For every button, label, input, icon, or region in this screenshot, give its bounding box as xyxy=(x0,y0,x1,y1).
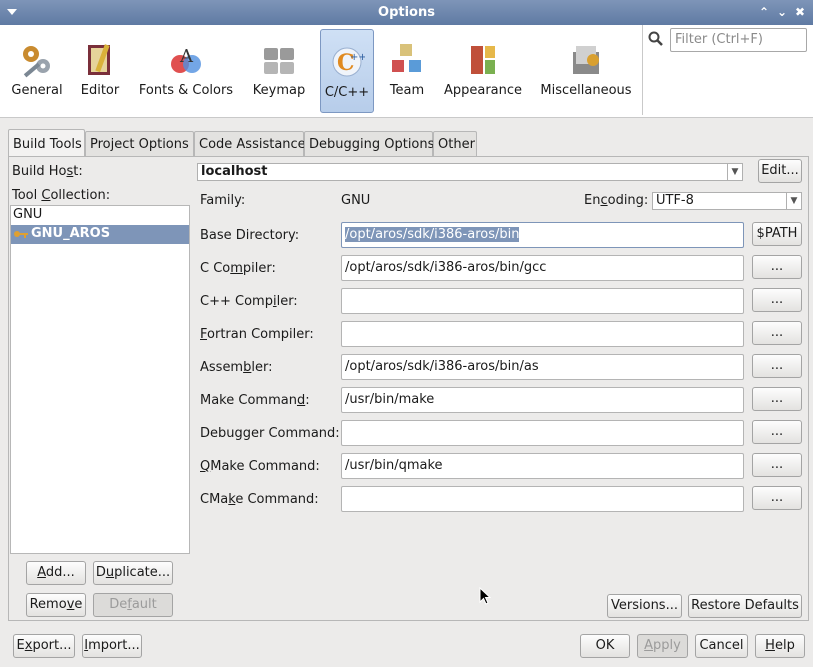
toolbar-separator xyxy=(642,25,643,115)
assembler-label: Assembler: xyxy=(200,360,273,375)
category-label: Fonts & Colors xyxy=(138,83,234,98)
fortran-compiler-label: Fortran Compiler: xyxy=(200,327,314,342)
tab-project-options[interactable]: Project Options xyxy=(85,131,194,157)
c-compiler-label: C Compiler: xyxy=(200,261,276,276)
browse-debugger-button[interactable]: ... xyxy=(752,420,802,444)
restore-defaults-button[interactable]: Restore Defaults xyxy=(688,594,802,618)
remove-button[interactable]: Remove xyxy=(26,593,86,617)
build-host-value: localhost xyxy=(201,164,268,179)
duplicate-button[interactable]: Duplicate... xyxy=(93,561,173,585)
list-item[interactable]: GNU xyxy=(11,206,189,225)
category-label: Editor xyxy=(80,83,120,98)
make-command-field[interactable]: /usr/bin/make xyxy=(341,387,744,413)
title-bar[interactable]: Options ⌃ ⌄ ✖ xyxy=(0,0,813,25)
export-button[interactable]: Export... xyxy=(13,634,75,658)
category-editor[interactable]: Editor xyxy=(76,28,124,115)
build-host-combo[interactable]: localhost ▼ xyxy=(197,163,743,181)
encoding-value: UTF-8 xyxy=(656,193,694,208)
category-keymap[interactable]: Keymap xyxy=(251,28,307,115)
cmake-command-field[interactable] xyxy=(341,486,744,512)
appearance-icon xyxy=(471,46,495,74)
search-icon xyxy=(648,31,663,46)
miscellaneous-icon xyxy=(573,46,599,74)
tab-build-tools[interactable]: Build Tools xyxy=(8,129,85,158)
category-team[interactable]: Team xyxy=(386,28,428,115)
apply-button[interactable]: Apply xyxy=(637,634,688,658)
browse-fortran-compiler-button[interactable]: ... xyxy=(752,321,802,345)
svg-text:A: A xyxy=(179,46,194,67)
browse-cpp-compiler-button[interactable]: ... xyxy=(752,288,802,312)
minimize-icon[interactable]: ⌄ xyxy=(774,4,790,20)
category-fonts-colors[interactable]: A Fonts & Colors xyxy=(137,28,235,115)
cpp-compiler-label: C++ Compiler: xyxy=(200,294,298,309)
help-button[interactable]: Help xyxy=(755,634,805,658)
tab-debugging-options[interactable]: Debugging Options xyxy=(304,131,434,157)
path-button[interactable]: $PATH xyxy=(752,222,802,246)
category-miscellaneous[interactable]: Miscellaneous xyxy=(540,28,632,115)
import-button[interactable]: Import... xyxy=(82,634,142,658)
category-cpp[interactable]: C ++ C/C++ xyxy=(320,29,374,113)
svg-text:++: ++ xyxy=(350,52,365,63)
tool-collection-label: Tool Collection: xyxy=(12,188,111,203)
editor-icon xyxy=(88,44,110,75)
c-compiler-field[interactable]: /opt/aros/sdk/i386-aros/bin/gcc xyxy=(341,255,744,281)
cancel-button[interactable]: Cancel xyxy=(695,634,748,658)
versions-button[interactable]: Versions... xyxy=(607,594,682,618)
assembler-field[interactable]: /opt/aros/sdk/i386-aros/bin/as xyxy=(341,354,744,380)
key-icon xyxy=(14,231,28,238)
debugger-command-label: Debugger Command: xyxy=(200,426,340,441)
base-directory-field[interactable]: /opt/aros/sdk/i386-aros/bin xyxy=(341,222,744,248)
list-item-label: GNU_AROS xyxy=(31,226,111,241)
category-label: Team xyxy=(389,83,425,98)
shade-icon[interactable]: ⌃ xyxy=(756,4,772,20)
category-appearance[interactable]: Appearance xyxy=(443,28,523,115)
qmake-command-label: QMake Command: xyxy=(200,459,320,474)
edit-build-host-button[interactable]: Edit... xyxy=(758,159,802,183)
browse-make-button[interactable]: ... xyxy=(752,387,802,411)
encoding-combo[interactable]: UTF-8 ▼ xyxy=(652,192,802,210)
tab-code-assistance[interactable]: Code Assistance xyxy=(194,131,306,157)
cpp-compiler-field[interactable] xyxy=(341,288,744,314)
close-icon[interactable]: ✖ xyxy=(792,4,808,20)
team-icon xyxy=(392,44,421,72)
default-button[interactable]: Default xyxy=(93,593,173,617)
tab-other[interactable]: Other xyxy=(433,131,477,157)
debugger-command-field[interactable] xyxy=(341,420,744,446)
browse-qmake-button[interactable]: ... xyxy=(752,453,802,477)
family-value: GNU xyxy=(341,193,371,208)
filter-input[interactable]: Filter (Ctrl+F) xyxy=(670,28,807,52)
category-general[interactable]: General xyxy=(8,28,66,115)
fortran-compiler-field[interactable] xyxy=(341,321,744,347)
browse-cmake-button[interactable]: ... xyxy=(752,486,802,510)
tool-collection-list[interactable]: GNU GNU_AROS xyxy=(10,205,190,554)
mouse-cursor-icon xyxy=(479,587,491,605)
encoding-label: Encoding: xyxy=(584,193,649,208)
build-host-label: Build Host: xyxy=(12,164,83,179)
browse-assembler-button[interactable]: ... xyxy=(752,354,802,378)
base-directory-label: Base Directory: xyxy=(200,228,300,243)
make-command-label: Make Command: xyxy=(200,393,310,408)
cpp-icon: C ++ xyxy=(332,47,365,77)
window-title: Options xyxy=(378,5,435,20)
browse-c-compiler-button[interactable]: ... xyxy=(752,255,802,279)
list-item-selected[interactable]: GNU_AROS xyxy=(11,225,189,244)
category-label: General xyxy=(11,83,63,98)
chevron-down-icon[interactable]: ▼ xyxy=(727,164,742,180)
family-label: Family: xyxy=(200,193,246,208)
category-label: Miscellaneous xyxy=(540,83,632,98)
category-label: Keymap xyxy=(252,83,306,98)
cmake-command-label: CMake Command: xyxy=(200,492,319,507)
keymap-icon xyxy=(264,48,294,74)
category-label: C/C++ xyxy=(324,85,370,100)
qmake-command-field[interactable]: /usr/bin/qmake xyxy=(341,453,744,479)
category-label: Appearance xyxy=(443,83,523,98)
category-toolbar: General Editor A Fonts & Colors Keymap C… xyxy=(0,25,813,118)
chevron-down-icon[interactable]: ▼ xyxy=(786,193,801,209)
add-button[interactable]: Add... xyxy=(26,561,86,585)
ok-button[interactable]: OK xyxy=(580,634,630,658)
fonts-colors-icon: A xyxy=(171,46,201,73)
gears-icon xyxy=(23,46,50,78)
